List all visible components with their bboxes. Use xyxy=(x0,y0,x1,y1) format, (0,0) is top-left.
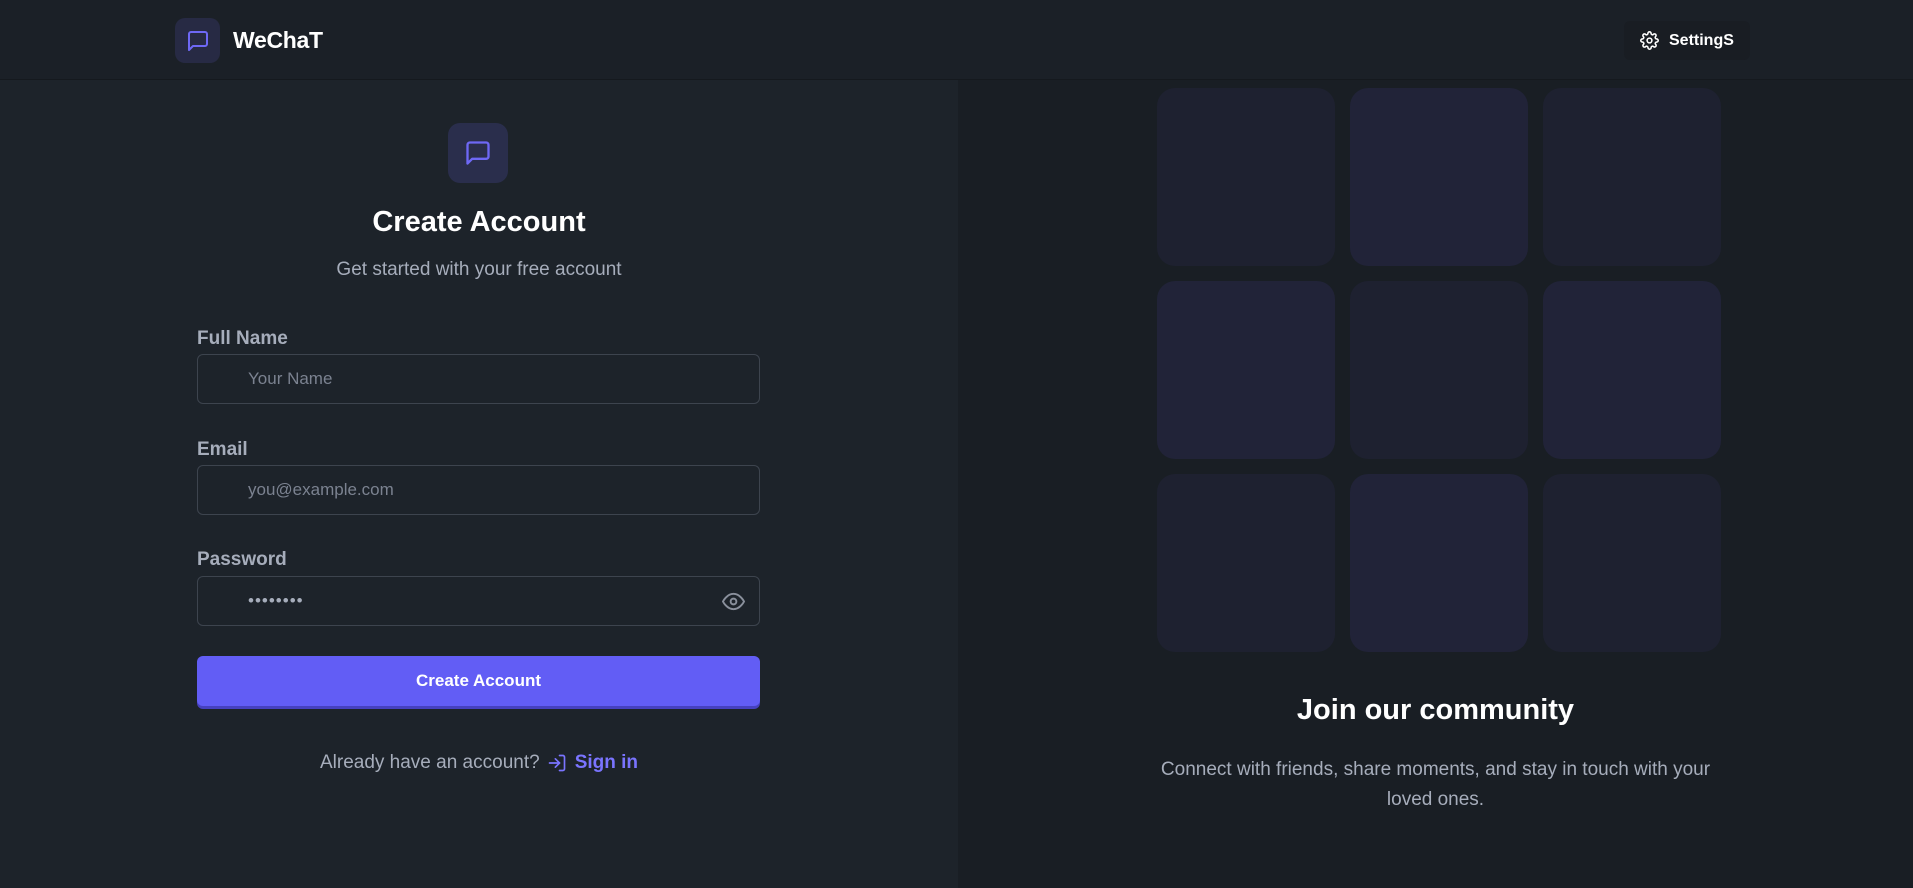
pattern-tile xyxy=(1350,88,1528,266)
password-input[interactable]: •••••••• xyxy=(248,591,304,611)
pattern-tile xyxy=(1543,88,1721,266)
password-toggle-button[interactable] xyxy=(722,590,745,618)
email-label: Email xyxy=(197,439,248,460)
password-label: Password xyxy=(197,549,287,570)
brand-name: WeChaT xyxy=(233,27,323,53)
logo[interactable]: WeChaT xyxy=(175,18,323,63)
create-account-button[interactable]: Create Account xyxy=(197,656,760,706)
gear-icon xyxy=(1640,31,1659,50)
pattern-tile xyxy=(1543,281,1721,459)
email-field[interactable] xyxy=(197,465,760,515)
eye-icon xyxy=(722,592,745,611)
settings-button[interactable]: SettingS xyxy=(1624,21,1750,60)
logo-badge xyxy=(175,18,220,63)
pattern-tile xyxy=(1350,281,1528,459)
message-square-icon xyxy=(187,30,208,51)
message-square-icon xyxy=(466,141,490,165)
log-in-icon xyxy=(548,754,566,772)
promo-text: Connect with friends, share moments, and… xyxy=(1160,759,1711,810)
promo-title: Join our community xyxy=(1296,694,1575,726)
full-name-input[interactable] xyxy=(248,369,759,389)
pattern-tile xyxy=(1157,281,1335,459)
pattern-tile xyxy=(1543,474,1721,652)
full-name-field[interactable] xyxy=(197,354,760,404)
form-subtitle: Get started with your free account xyxy=(336,259,622,280)
pattern-tile xyxy=(1157,474,1335,652)
app-header: WeChaT SettingS xyxy=(0,0,1913,80)
email-input[interactable] xyxy=(248,480,759,500)
form-title: Create Account xyxy=(372,206,586,238)
signin-link-label: Sign in xyxy=(574,752,639,773)
password-field[interactable]: •••••••• xyxy=(197,576,760,626)
signup-panel: Create Account Get started with your fre… xyxy=(0,80,958,888)
form-icon-badge xyxy=(448,123,508,183)
settings-label: SettingS xyxy=(1669,31,1734,49)
pattern-tile xyxy=(1350,474,1528,652)
full-name-label: Full Name xyxy=(197,328,288,349)
pattern-tile xyxy=(1157,88,1335,266)
signin-row: Already have an account? Sign in xyxy=(0,752,958,774)
signin-prompt: Already have an account? xyxy=(319,752,540,773)
signin-link[interactable]: Sign in xyxy=(547,752,638,774)
